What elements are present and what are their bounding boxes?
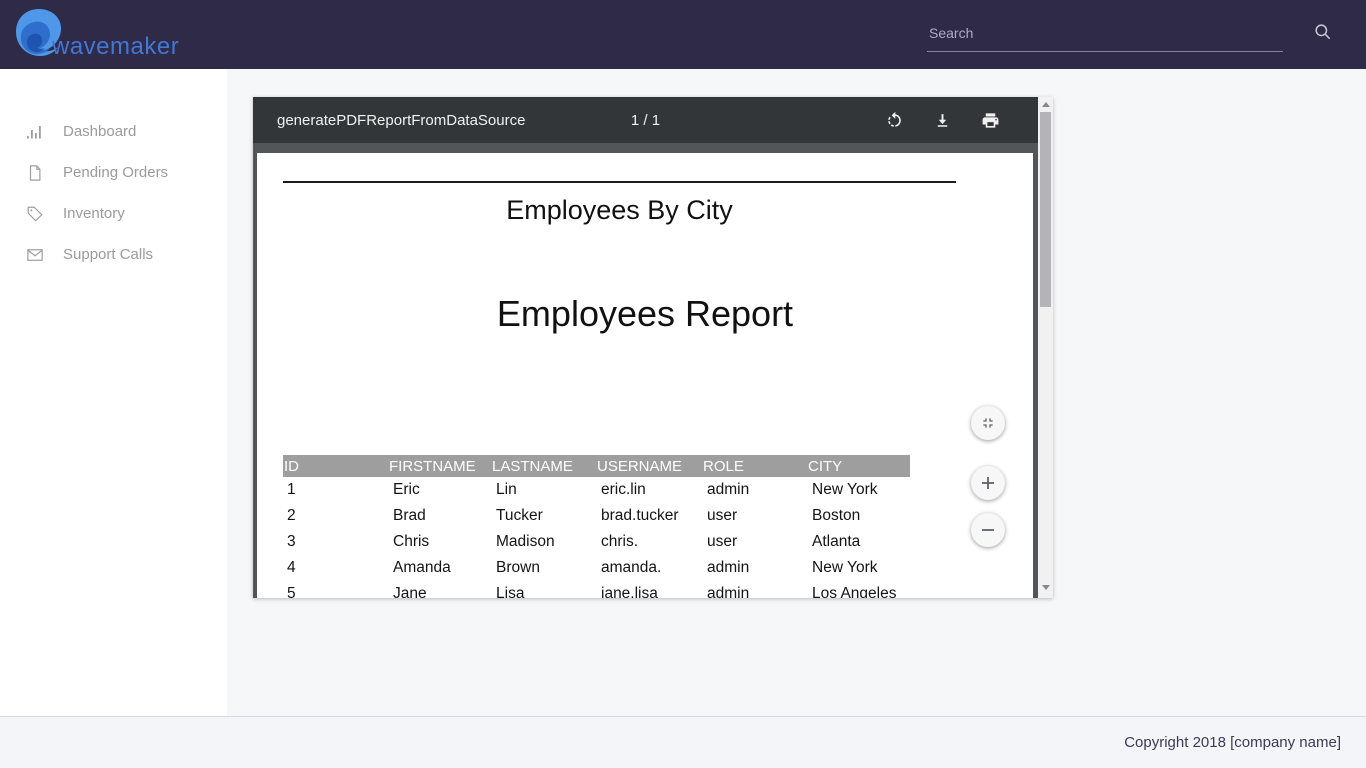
- table-cell: Brad: [387, 503, 490, 529]
- table-cell: Lin: [490, 477, 595, 503]
- table-cell: 4: [283, 555, 387, 581]
- table-cell: 3: [283, 529, 387, 555]
- print-button[interactable]: [966, 97, 1014, 143]
- pdf-scrollbar[interactable]: [1038, 97, 1053, 598]
- sidebar-item-label: Support Calls: [63, 246, 153, 263]
- table-cell: 2: [283, 503, 387, 529]
- table-row: 2BradTuckerbrad.tuckeruserBoston: [283, 503, 910, 529]
- main-content: generatePDFReportFromDataSource 1 / 1: [227, 69, 1366, 716]
- search-input[interactable]: [927, 14, 1283, 52]
- table-cell: Chris: [387, 529, 490, 555]
- table-cell: Jane: [387, 581, 490, 598]
- pdf-toolbar: generatePDFReportFromDataSource 1 / 1: [253, 97, 1038, 143]
- document-icon: [26, 164, 44, 182]
- envelope-icon: [26, 246, 44, 264]
- table-cell: eric.lin: [595, 477, 701, 503]
- table-cell: Brown: [490, 555, 595, 581]
- app-header: wavemaker: [0, 0, 1366, 69]
- table-cell: New York: [806, 477, 910, 503]
- print-icon: [981, 111, 1000, 130]
- download-button[interactable]: [918, 97, 966, 143]
- fit-to-page-button[interactable]: [971, 406, 1005, 440]
- pdf-viewer-main: generatePDFReportFromDataSource 1 / 1: [253, 97, 1038, 598]
- tag-icon: [26, 205, 44, 223]
- pdf-document-title: generatePDFReportFromDataSource: [277, 112, 525, 129]
- scrollbar-thumb[interactable]: [1040, 112, 1051, 307]
- logo-text: wavemaker: [52, 33, 179, 61]
- scrollbar-up-button[interactable]: [1038, 97, 1053, 112]
- table-cell: admin: [701, 555, 806, 581]
- sidebar: Dashboard Pending Orders Inventory Suppo…: [0, 69, 227, 716]
- search-box: [927, 14, 1283, 54]
- table-header-cell: CITY: [806, 455, 910, 477]
- table-cell: admin: [701, 581, 806, 598]
- table-header-row: IDFIRSTNAMELASTNAMEUSERNAMEROLECITY: [283, 455, 910, 477]
- fit-to-page-icon: [980, 415, 996, 431]
- scrollbar-down-icon: [1042, 585, 1050, 590]
- search-icon[interactable]: [1313, 22, 1333, 42]
- table-cell: Los Angeles: [806, 581, 910, 598]
- scrollbar-down-button[interactable]: [1038, 580, 1053, 595]
- sidebar-item-label: Inventory: [63, 205, 125, 222]
- scrollbar-up-icon: [1042, 102, 1050, 107]
- zoom-in-button[interactable]: [971, 466, 1005, 500]
- download-icon: [933, 111, 952, 130]
- table-cell: brad.tucker: [595, 503, 701, 529]
- pdf-page: Employees By City Employees Report IDFIR…: [257, 153, 1033, 598]
- app-footer: Copyright 2018 [company name]: [0, 716, 1366, 768]
- pdf-toolbar-actions: [870, 97, 1014, 143]
- sidebar-item-pending-orders[interactable]: Pending Orders: [0, 153, 227, 194]
- table-cell: Lisa: [490, 581, 595, 598]
- zoom-out-button[interactable]: [971, 513, 1005, 547]
- sidebar-item-support-calls[interactable]: Support Calls: [0, 235, 227, 276]
- table-cell: 5: [283, 581, 387, 598]
- plus-icon: [980, 475, 996, 491]
- copyright-text: Copyright 2018 [company name]: [1124, 734, 1341, 751]
- table-header-cell: ROLE: [701, 455, 806, 477]
- table-body: 1EricLineric.linadminNew York2BradTucker…: [283, 477, 910, 598]
- table-cell: Eric: [387, 477, 490, 503]
- table-cell: Amanda: [387, 555, 490, 581]
- table-cell: user: [701, 529, 806, 555]
- pdf-viewport[interactable]: Employees By City Employees Report IDFIR…: [253, 143, 1038, 598]
- application-window: wavemaker Dashboard Pending: [0, 0, 1366, 768]
- table-cell: Tucker: [490, 503, 595, 529]
- table-row: 4AmandaBrownamanda.adminNew York: [283, 555, 910, 581]
- rotate-button[interactable]: [870, 97, 918, 143]
- bar-chart-icon: [26, 123, 44, 141]
- table-header-cell: LASTNAME: [490, 455, 595, 477]
- sidebar-item-label: Pending Orders: [63, 164, 168, 181]
- table-cell: admin: [701, 477, 806, 503]
- table-header-cell: USERNAME: [595, 455, 701, 477]
- table-row: 5JaneLisajane.lisaadminLos Angeles: [283, 581, 910, 598]
- table-cell: user: [701, 503, 806, 529]
- table-header-cell: ID: [283, 455, 387, 477]
- table-cell: 1: [283, 477, 387, 503]
- pdf-viewer-widget: generatePDFReportFromDataSource 1 / 1: [253, 97, 1053, 598]
- table-row: 3ChrisMadisonchris.userAtlanta: [283, 529, 910, 555]
- table-cell: amanda.: [595, 555, 701, 581]
- sidebar-item-inventory[interactable]: Inventory: [0, 194, 227, 235]
- sidebar-item-label: Dashboard: [63, 123, 136, 140]
- table-row: 1EricLineric.linadminNew York: [283, 477, 910, 503]
- rotate-icon: [885, 111, 904, 130]
- employees-table: IDFIRSTNAMELASTNAMEUSERNAMEROLECITY 1Eri…: [283, 455, 910, 598]
- table-cell: New York: [806, 555, 910, 581]
- sidebar-item-dashboard[interactable]: Dashboard: [0, 112, 227, 153]
- page-counter: 1 / 1: [631, 112, 660, 129]
- page-separator: /: [639, 112, 652, 129]
- table-cell: Atlanta: [806, 529, 910, 555]
- document-divider-line: [283, 181, 956, 183]
- table-header-cell: FIRSTNAME: [387, 455, 490, 477]
- document-subtitle: Employees By City: [283, 195, 956, 226]
- document-title: Employees Report: [257, 293, 1033, 335]
- table-cell: jane.lisa: [595, 581, 701, 598]
- table-cell: Madison: [490, 529, 595, 555]
- page-total: 1: [652, 112, 660, 129]
- table-cell: Boston: [806, 503, 910, 529]
- minus-icon: [980, 522, 996, 538]
- table-cell: chris.: [595, 529, 701, 555]
